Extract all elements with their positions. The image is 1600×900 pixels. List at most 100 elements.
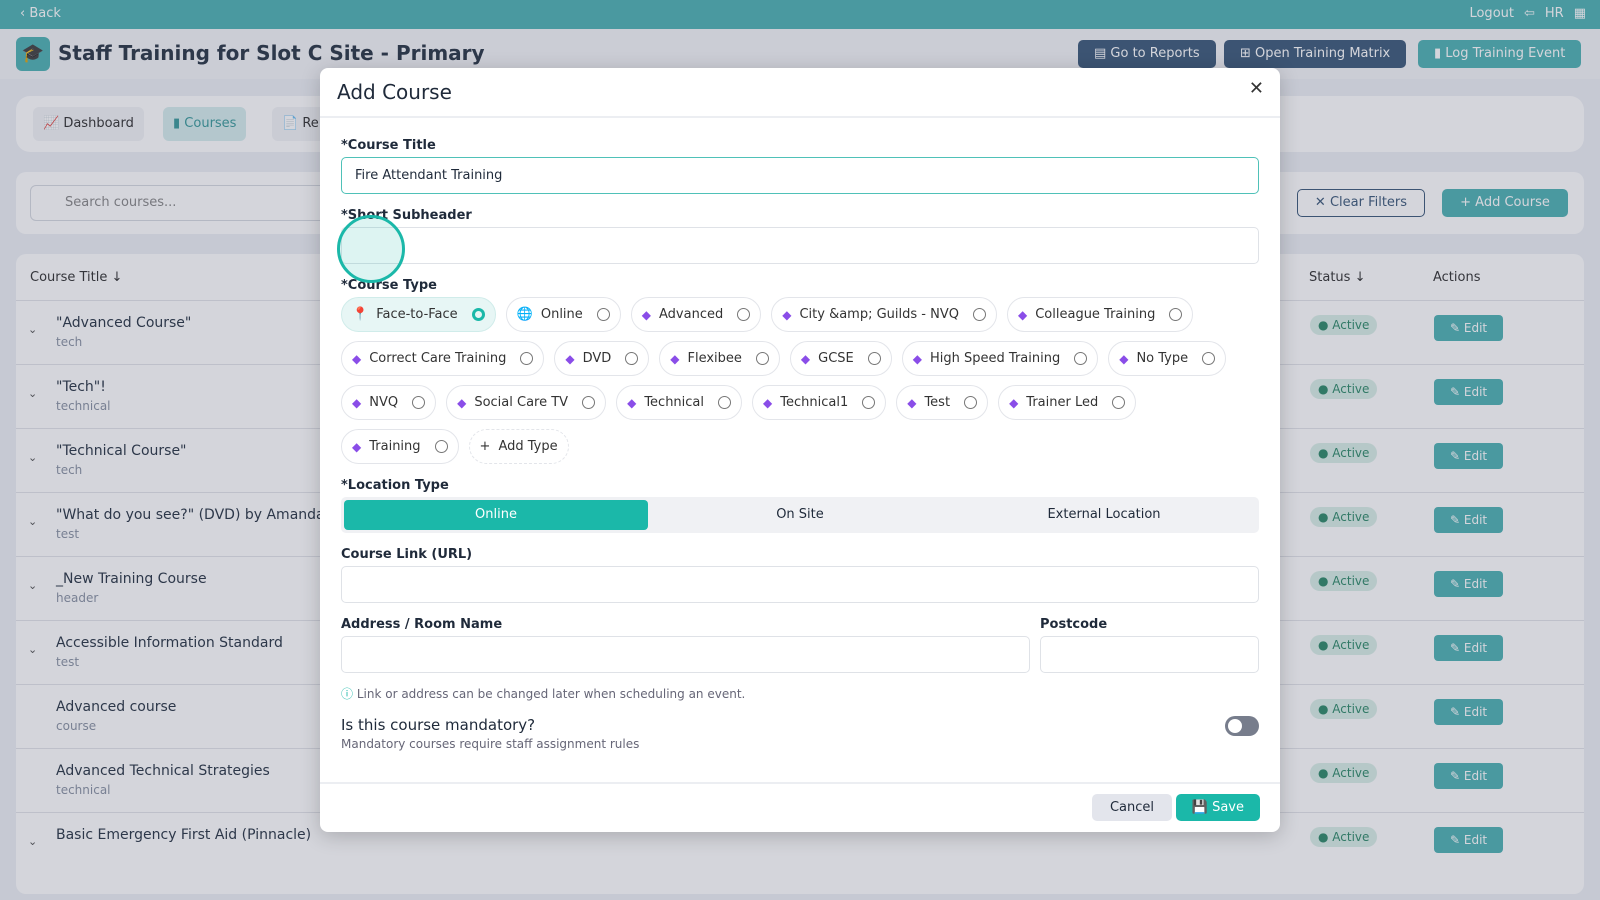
type-label: Trainer Led xyxy=(1026,395,1099,410)
type-label: City &amp; Guilds - NVQ xyxy=(799,307,959,322)
postcode-input[interactable] xyxy=(1040,636,1259,673)
subheader-input[interactable] xyxy=(341,227,1259,264)
mandatory-toggle[interactable] xyxy=(1225,716,1259,736)
course-type-option[interactable]: ◆ Technical1 xyxy=(752,385,887,420)
tag-icon: ◆ xyxy=(457,395,467,410)
radio-button[interactable] xyxy=(964,396,978,409)
plus-icon: + xyxy=(479,439,491,454)
radio-button[interactable] xyxy=(862,396,876,409)
tag-icon: ◆ xyxy=(763,395,773,410)
radio-button[interactable] xyxy=(625,352,639,365)
radio-button[interactable] xyxy=(596,308,610,321)
course-type-option[interactable]: ◆ NVQ xyxy=(341,385,437,420)
radio-button[interactable] xyxy=(718,396,732,409)
tag-icon: ◆ xyxy=(1009,395,1019,410)
location-option[interactable]: External Location xyxy=(952,500,1256,530)
type-label: Social Care TV xyxy=(474,395,569,410)
course-type-option[interactable]: ◆ Trainer Led xyxy=(998,385,1137,420)
subheader-label: *Short Subheader xyxy=(341,208,472,223)
course-type-option[interactable]: ◆ Training xyxy=(341,429,459,464)
course-type-options: 📍 Face-to-Face 🌐 Online ◆ Advanced ◆ City &amp;… xyxy=(341,297,1259,464)
course-link-input[interactable] xyxy=(341,566,1259,603)
globe-icon: 🌐 xyxy=(516,307,533,322)
radio-button[interactable] xyxy=(1112,396,1126,409)
radio-button[interactable] xyxy=(1074,352,1088,365)
tag-icon: ◆ xyxy=(907,395,917,410)
location-type-selector: Online On Site External Location xyxy=(341,497,1259,533)
click-indicator xyxy=(337,215,405,283)
cancel-button[interactable]: Cancel xyxy=(1091,794,1172,821)
type-label: No Type xyxy=(1136,351,1189,366)
course-type-option[interactable]: ◆ Advanced xyxy=(630,297,762,332)
course-type-option[interactable]: ◆ Test xyxy=(896,385,989,420)
course-type-option[interactable]: ◆ No Type xyxy=(1108,341,1227,376)
type-label: High Speed Training xyxy=(930,351,1061,366)
type-label: Online xyxy=(540,307,583,322)
type-label: Colleague Training xyxy=(1035,307,1156,322)
course-type-option[interactable]: ◆ Correct Care Training xyxy=(341,341,545,376)
course-type-option[interactable]: ◆ Flexibee xyxy=(659,341,780,376)
type-label: DVD xyxy=(582,351,612,366)
location-option[interactable]: Online xyxy=(344,500,648,530)
address-label: Address / Room Name xyxy=(341,617,503,632)
mandatory-question: Is this course mandatory? xyxy=(341,716,536,734)
save-icon: 💾 xyxy=(1191,800,1208,815)
radio-button[interactable] xyxy=(755,352,769,365)
radio-button[interactable] xyxy=(1169,308,1183,321)
course-title-label: *Course Title xyxy=(341,138,436,153)
course-type-option[interactable]: ◆ Technical xyxy=(616,385,743,420)
type-label: Face-to-Face xyxy=(376,307,458,322)
save-button[interactable]: 💾 Save xyxy=(1175,794,1260,821)
location-option[interactable]: On Site xyxy=(648,500,952,530)
course-title-input[interactable]: Fire Attendant Training xyxy=(341,157,1259,194)
tag-icon: ◆ xyxy=(782,307,792,322)
tag-icon: ◆ xyxy=(912,351,923,366)
type-label: Correct Care Training xyxy=(369,351,507,366)
radio-button[interactable] xyxy=(1202,352,1216,365)
radio-button[interactable] xyxy=(434,440,448,453)
mandatory-description: Mandatory courses require staff assignme… xyxy=(341,737,640,751)
type-label: Technical xyxy=(644,395,705,410)
tag-icon: ◆ xyxy=(565,351,575,366)
map-pin-icon: 📍 xyxy=(352,307,369,322)
type-label: Test xyxy=(924,395,951,410)
type-label: Technical1 xyxy=(780,395,849,410)
address-input[interactable] xyxy=(341,636,1030,673)
tag-icon: ◆ xyxy=(352,351,362,366)
tag-icon: ◆ xyxy=(627,395,637,410)
course-type-option[interactable]: ◆ DVD xyxy=(554,341,650,376)
close-icon[interactable]: ✕ xyxy=(1249,78,1264,99)
course-type-option[interactable]: ◆ High Speed Training xyxy=(901,341,1099,376)
radio-button[interactable] xyxy=(520,352,534,365)
radio-button[interactable] xyxy=(582,396,596,409)
tag-icon: ◆ xyxy=(352,439,362,454)
tag-icon: ◆ xyxy=(352,395,362,410)
course-type-option[interactable]: 📍 Face-to-Face xyxy=(341,297,496,332)
add-course-modal: Add Course ✕ *Course Title Fire Attendan… xyxy=(320,68,1280,832)
radio-button[interactable] xyxy=(972,308,986,321)
course-type-option[interactable]: ◆ City &amp; Guilds - NVQ xyxy=(771,297,997,332)
tag-icon: ◆ xyxy=(1119,351,1129,366)
tag-icon: ◆ xyxy=(1017,307,1028,322)
modal-title: Add Course xyxy=(337,80,452,104)
radio-button[interactable] xyxy=(471,308,485,321)
location-type-label: *Location Type xyxy=(341,478,449,493)
add-type-button[interactable]: + Add Type xyxy=(468,429,569,464)
info-icon: ⓘ xyxy=(341,687,354,701)
type-label: Flexibee xyxy=(687,351,742,366)
course-type-option[interactable]: ◆ Colleague Training xyxy=(1006,297,1194,332)
course-link-label: Course Link (URL) xyxy=(341,547,473,562)
radio-button[interactable] xyxy=(737,308,751,321)
course-type-option[interactable]: ◆ Social Care TV xyxy=(446,385,607,420)
radio-button[interactable] xyxy=(412,396,426,409)
tag-icon: ◆ xyxy=(670,351,680,366)
course-type-option[interactable]: 🌐 Online xyxy=(505,297,621,332)
radio-button[interactable] xyxy=(867,352,881,365)
course-type-label: *Course Type xyxy=(341,278,437,293)
postcode-label: Postcode xyxy=(1040,617,1108,632)
type-label: Advanced xyxy=(659,307,724,322)
type-label: GCSE xyxy=(818,351,854,366)
type-label: Training xyxy=(369,439,421,454)
course-type-option[interactable]: ◆ GCSE xyxy=(789,341,892,376)
type-label: NVQ xyxy=(369,395,399,410)
